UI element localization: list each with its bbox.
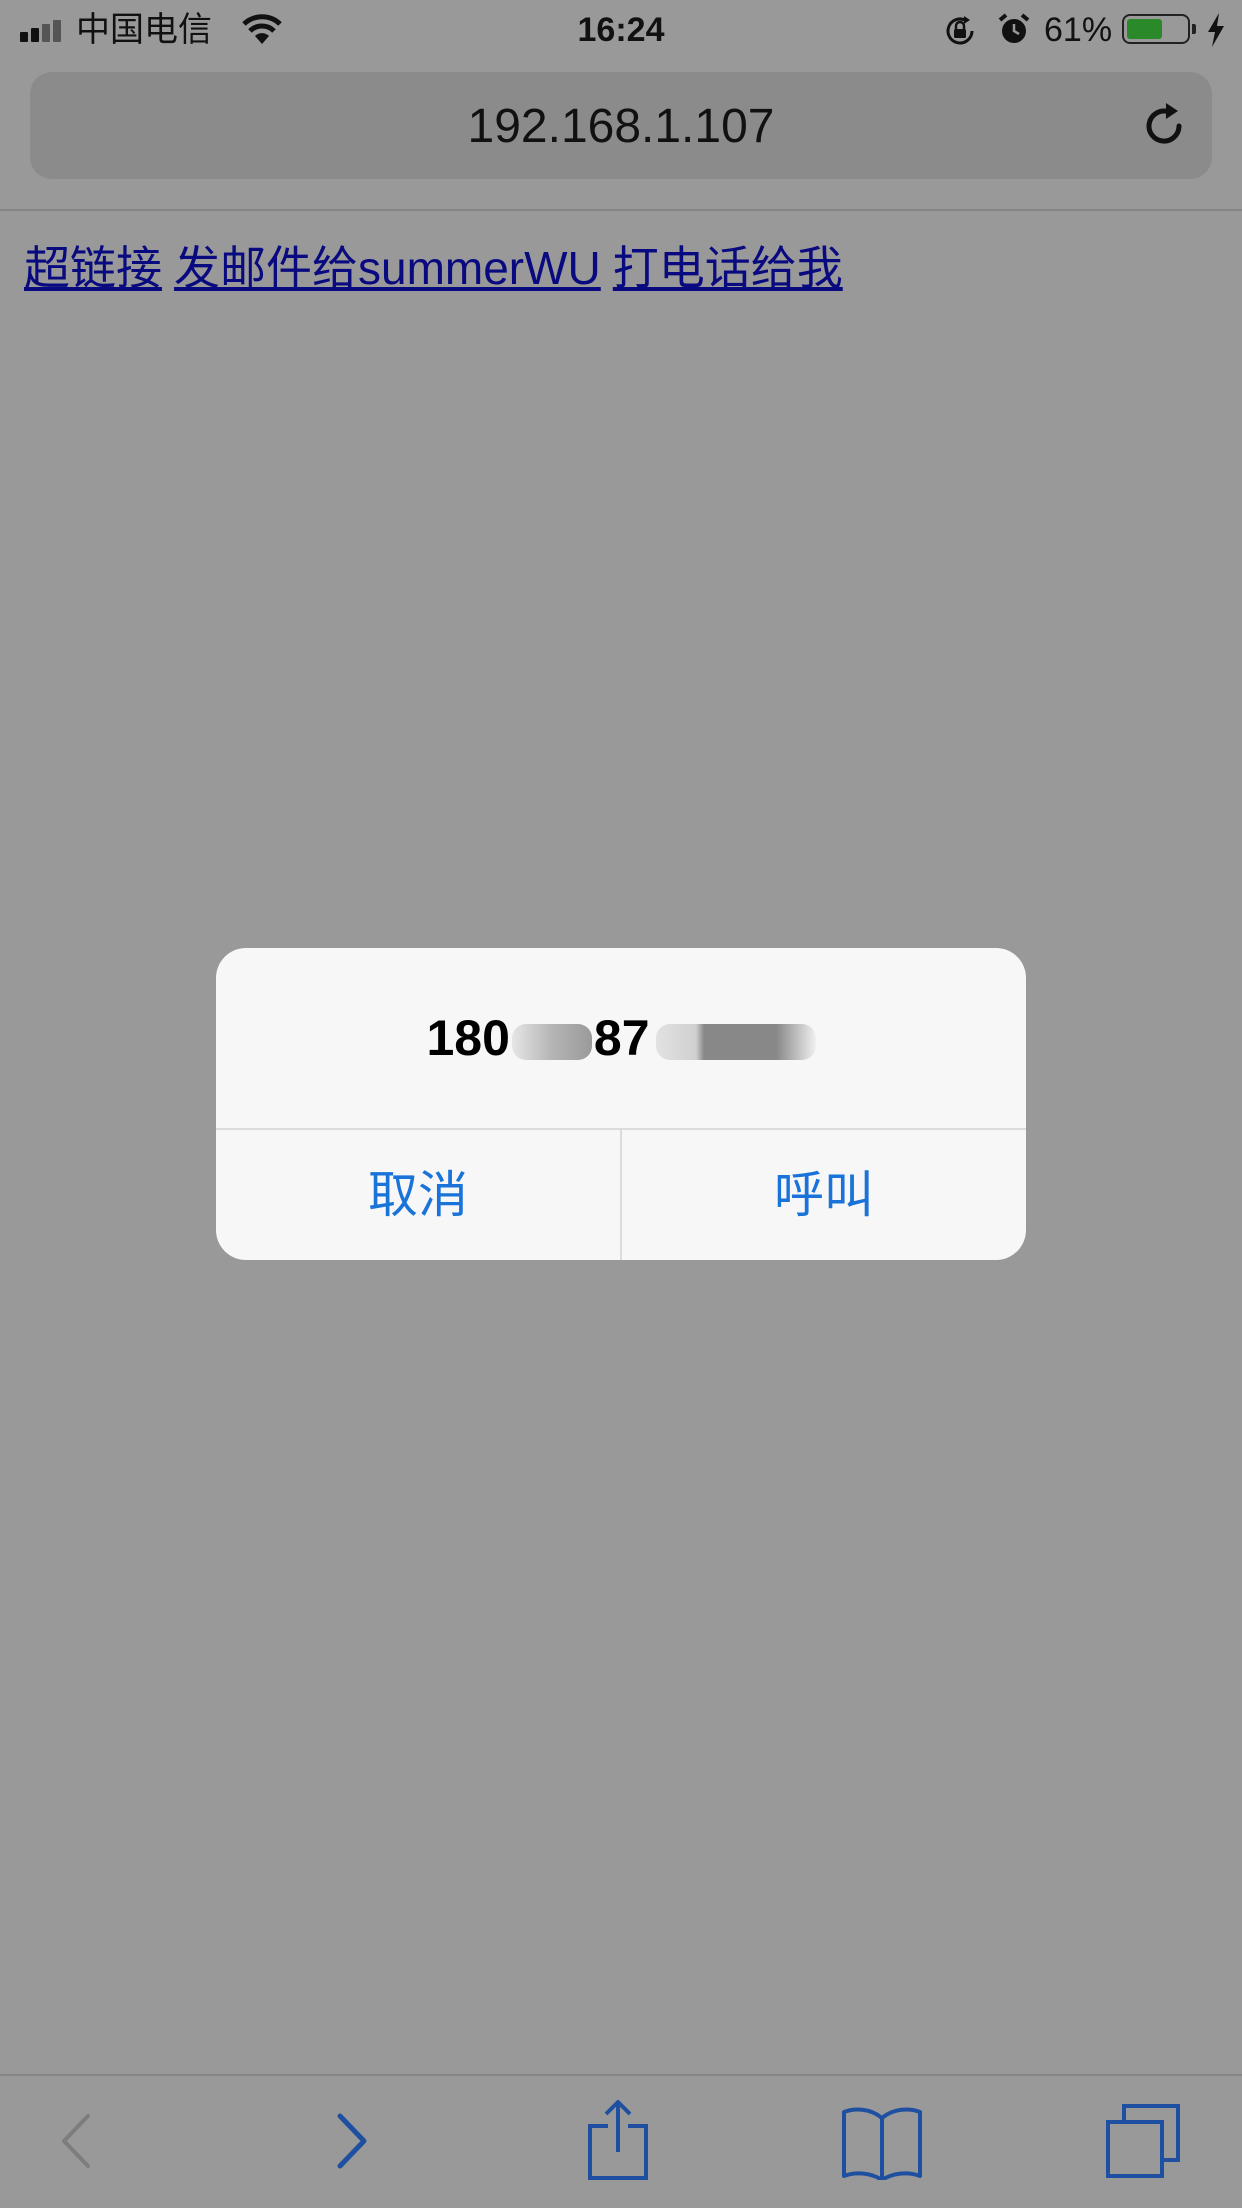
call-dialog: 180 87 取消 呼叫: [216, 948, 1026, 1260]
forward-icon[interactable]: [332, 2106, 372, 2181]
alarm-icon: [996, 12, 1032, 53]
back-icon[interactable]: [56, 2106, 96, 2181]
redacted-digits: [511, 1023, 592, 1060]
phone-number: 180 87: [216, 1004, 1026, 1072]
rotation-lock-icon: [942, 13, 978, 54]
battery-tip: [1192, 24, 1196, 34]
link-hyperlink[interactable]: 超链接: [24, 242, 162, 294]
link-phone[interactable]: 打电话给我: [613, 242, 843, 294]
share-icon[interactable]: [586, 2098, 650, 2185]
battery-icon: [1122, 14, 1190, 44]
address-bar-divider: [0, 209, 1242, 211]
url-text[interactable]: 192.168.1.107: [30, 102, 1212, 152]
reload-icon[interactable]: [1138, 100, 1190, 157]
status-bar: 中国电信 16:24 61%: [0, 0, 1242, 62]
phone-number-part2: 87: [593, 1010, 650, 1066]
phone-number-part1: 180: [426, 1010, 510, 1066]
battery-level-fill: [1127, 19, 1162, 39]
cancel-button[interactable]: 取消: [216, 1130, 620, 1260]
tabs-icon[interactable]: [1104, 2102, 1184, 2187]
redacted-digits-2: [655, 1023, 816, 1060]
bookmarks-icon[interactable]: [840, 2104, 924, 2185]
link-email[interactable]: 发邮件给summerWU: [174, 242, 601, 294]
address-bar[interactable]: 192.168.1.107: [30, 72, 1212, 179]
bottom-toolbar: [0, 2076, 1242, 2208]
battery-percentage: 61%: [1044, 11, 1113, 49]
call-button[interactable]: 呼叫: [622, 1130, 1026, 1260]
charging-icon: [1205, 12, 1227, 53]
page-links: 超链接 发邮件给summerWU 打电话给我: [24, 238, 855, 298]
